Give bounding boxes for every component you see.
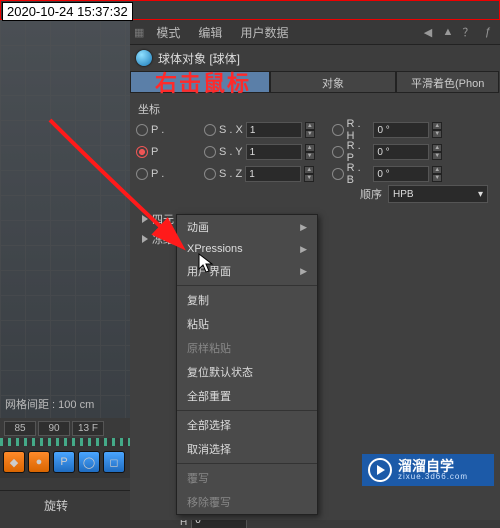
help-icon[interactable]: ？ <box>460 24 476 40</box>
spinner[interactable]: ▲▼ <box>432 144 442 160</box>
coord-sx-label: S . X <box>219 124 243 136</box>
chevron-down-icon: ▾ <box>478 189 483 200</box>
menu-edit[interactable]: 编辑 <box>192 22 228 43</box>
timestamp: 2020-10-24 15:37:32 <box>2 2 133 21</box>
annotation-label: 右击鼠标 <box>155 66 251 98</box>
watermark-logo: 溜溜自学 zixue.3d66.com <box>362 454 494 486</box>
menu-separator <box>177 463 317 464</box>
ctx-select-all[interactable]: 全部选择 <box>177 413 317 437</box>
ctx-reset-all[interactable]: 全部重置 <box>177 384 317 408</box>
key-radio[interactable] <box>204 124 216 136</box>
nav-up-icon[interactable]: ▲ <box>440 24 456 40</box>
scale-x-input[interactable] <box>246 122 302 138</box>
frame-input[interactable]: 90 <box>38 421 70 436</box>
ctx-paste[interactable]: 粘贴 <box>177 312 317 336</box>
key-radio[interactable] <box>204 168 216 180</box>
key-radio[interactable] <box>332 124 344 136</box>
play-circle-icon <box>368 458 392 482</box>
key-radio[interactable] <box>332 146 344 158</box>
menu-separator <box>177 410 317 411</box>
timeline-ruler[interactable] <box>0 438 130 446</box>
spinner[interactable]: ▲▼ <box>304 166 314 182</box>
timeline-toolbar: ◆ ● P ◯ ◻ <box>0 446 130 478</box>
spinner[interactable]: ▲▼ <box>305 122 315 138</box>
drag-handle-icon[interactable]: ▦ <box>134 26 144 39</box>
spinner[interactable]: ▲▼ <box>432 122 442 138</box>
menu-userdata[interactable]: 用户数据 <box>234 22 294 43</box>
timeline-panel: 85 90 13 F ◆ ● P ◯ ◻ <box>0 418 130 490</box>
scale-y-input[interactable] <box>246 144 302 160</box>
coord-sz-label: S . Z <box>219 168 242 180</box>
mouse-cursor-icon <box>198 253 216 275</box>
sphere-icon <box>136 50 152 66</box>
spinner[interactable]: ▲▼ <box>305 144 315 160</box>
coord-sy-label: S . Y <box>219 146 243 158</box>
submenu-arrow-icon: ▶ <box>300 244 307 255</box>
fn-icon[interactable]: ƒ <box>480 24 496 40</box>
ctx-remove-override: 移除覆写 <box>177 490 317 514</box>
tab-phong[interactable]: 平滑着色(Phon <box>396 71 499 93</box>
object-name: 球体对象 [球体] <box>158 50 240 67</box>
coord-rh-label: R . H <box>347 118 371 142</box>
key-scale-icon[interactable]: ◻ <box>103 451 125 473</box>
logo-subtext: zixue.3d66.com <box>398 472 468 481</box>
inspector-menubar: ▦ 模式 编辑 用户数据 ◀ ▲ ？ ƒ <box>130 20 500 45</box>
timeline-frame-inputs: 85 90 13 F <box>0 418 130 438</box>
tool-label: 旋转 <box>44 497 68 514</box>
scale-z-input[interactable] <box>245 166 301 182</box>
coord-rp-label: R . P <box>347 140 371 164</box>
tab-object[interactable]: 对象 <box>270 71 396 93</box>
ctx-override: 覆写 <box>177 466 317 490</box>
ctx-paste-identical: 原样粘贴 <box>177 336 317 360</box>
logo-text: 溜溜自学 <box>398 460 468 472</box>
rot-b-input[interactable] <box>373 166 429 182</box>
viewport-grid-spacing: 网格间距 : 100 cm <box>5 396 94 412</box>
key-radio[interactable] <box>204 146 216 158</box>
rotation-order-select[interactable]: HPB▾ <box>388 185 488 203</box>
frame-input[interactable]: 85 <box>4 421 36 436</box>
autokey-icon[interactable]: ● <box>28 451 50 473</box>
frame-current[interactable]: 13 F <box>72 421 104 436</box>
menu-separator <box>177 285 317 286</box>
rot-p-input[interactable] <box>373 144 429 160</box>
key-position-icon[interactable]: P <box>53 451 75 473</box>
key-rotation-icon[interactable]: ◯ <box>78 451 100 473</box>
submenu-arrow-icon: ▶ <box>300 266 307 277</box>
spinner[interactable]: ▲▼ <box>432 166 442 182</box>
annotation-arrow <box>45 115 205 285</box>
ctx-reset-default[interactable]: 复位默认状态 <box>177 360 317 384</box>
ctx-copy[interactable]: 复制 <box>177 288 317 312</box>
record-keyframe-icon[interactable]: ◆ <box>3 451 25 473</box>
coord-rb-label: R . B <box>347 162 371 186</box>
nav-back-icon[interactable]: ◀ <box>420 24 436 40</box>
rot-h-input[interactable] <box>373 122 429 138</box>
ctx-deselect[interactable]: 取消选择 <box>177 437 317 461</box>
key-radio[interactable] <box>332 168 344 180</box>
order-label: 顺序 <box>360 186 382 202</box>
submenu-arrow-icon: ▶ <box>300 222 307 233</box>
menu-mode[interactable]: 模式 <box>150 22 186 43</box>
